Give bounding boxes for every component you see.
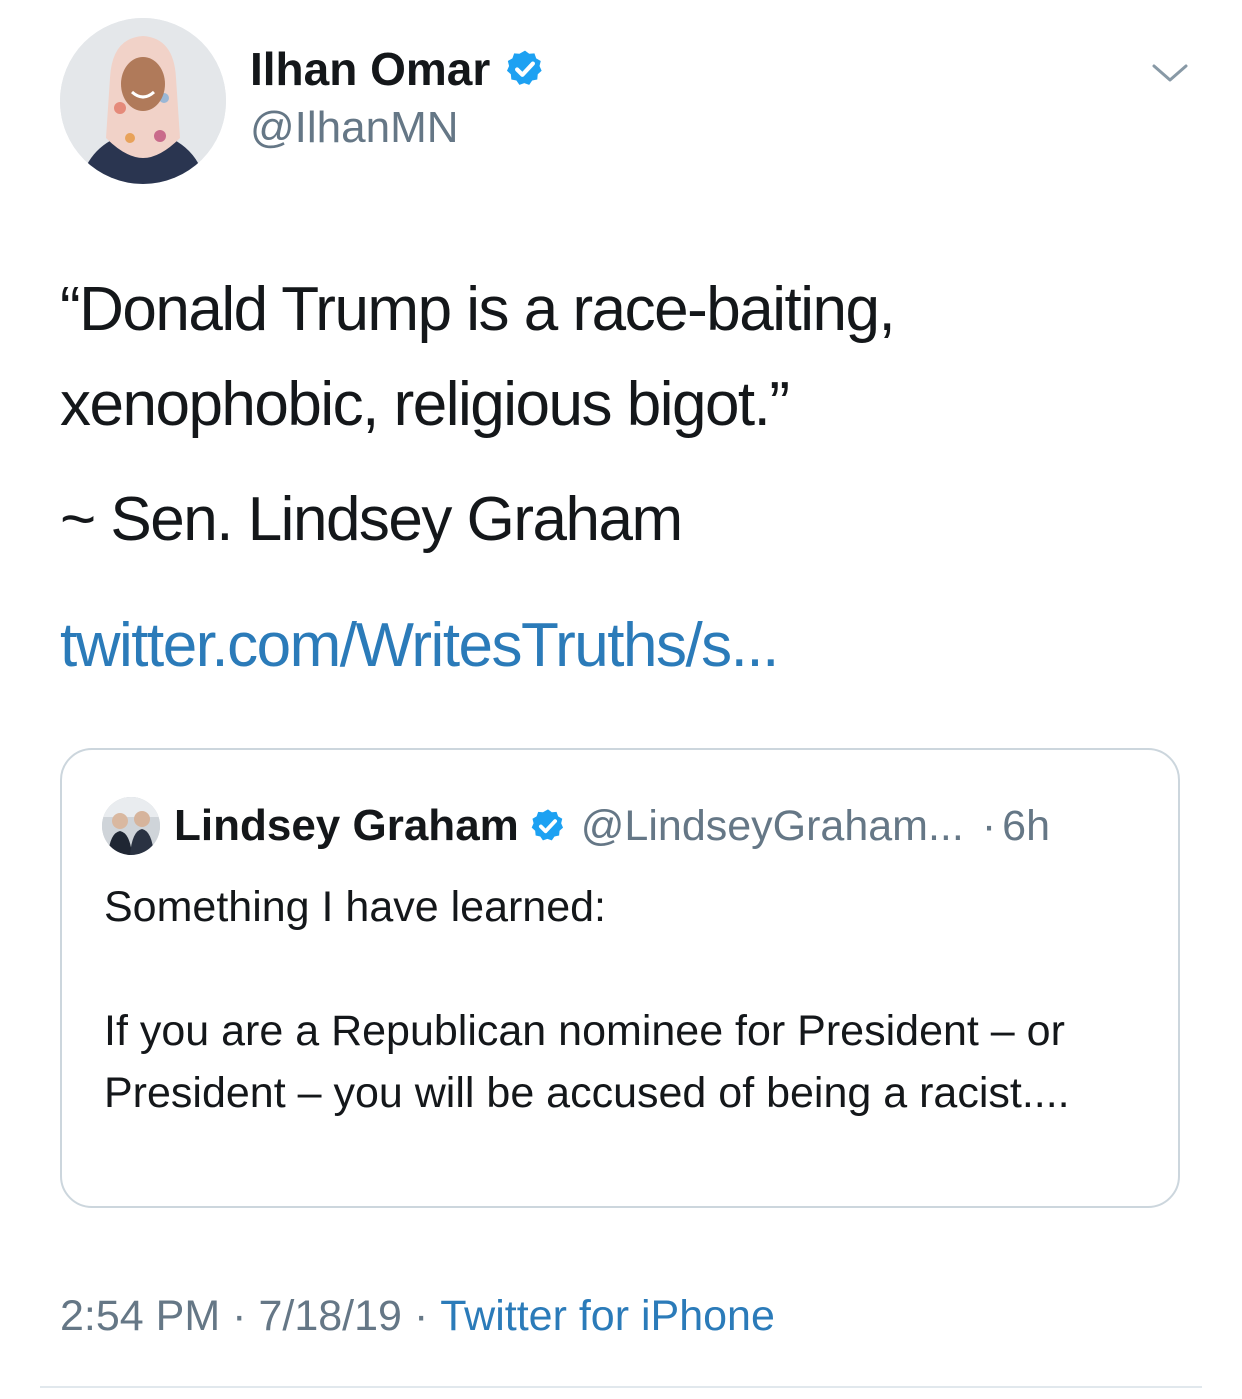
quoted-author-handle: @LindseyGraham...	[580, 801, 964, 850]
quoted-tweet-time: 6h	[1002, 801, 1050, 850]
quoted-tweet-text: Something I have learned: If you are a R…	[104, 876, 1154, 1124]
quoted-tweet-line: Something I have learned:	[104, 883, 606, 931]
separator-dot: ·	[981, 801, 997, 850]
author-name-row[interactable]: Ilhan Omar	[250, 40, 546, 98]
tweet-detail: Ilhan Omar @IlhanMN “Donald Trump is a r…	[0, 0, 1242, 1399]
tweet-attribution: ~ Sen. Lindsey Graham	[60, 485, 683, 554]
separator-dot: ·	[232, 1292, 247, 1340]
author-handle[interactable]: @IlhanMN	[250, 100, 459, 156]
author-avatar[interactable]	[60, 18, 226, 184]
quoted-author-name: Lindsey Graham	[174, 801, 519, 850]
verified-badge-icon	[504, 48, 546, 90]
divider	[40, 1386, 1202, 1388]
quoted-tweet-card[interactable]: Lindsey Graham @LindseyGraham... · 6h So…	[60, 748, 1180, 1208]
author-name[interactable]: Ilhan Omar	[250, 40, 490, 98]
tweet-date: 7/18/19	[258, 1292, 402, 1340]
tweet-source-link[interactable]: Twitter for iPhone	[440, 1292, 775, 1340]
separator-dot: ·	[413, 1292, 429, 1340]
quoted-author-avatar	[102, 797, 160, 855]
tweet-time: 2:54 PM	[60, 1292, 221, 1340]
tweet-text: “Donald Trump is a race-baiting, xenopho…	[60, 275, 896, 439]
chevron-down-icon[interactable]	[1150, 58, 1190, 88]
tweet-meta: 2:54 PM · 7/18/19 · Twitter for iPhone	[60, 1288, 775, 1344]
verified-badge-icon	[529, 807, 567, 845]
quoted-tweet-line: If you are a Republican nominee for Pres…	[104, 1007, 1070, 1117]
tweet-link[interactable]: twitter.com/WritesTruths/s...	[60, 606, 779, 686]
quoted-tweet-header: Lindsey Graham @LindseyGraham... · 6h	[102, 794, 1050, 858]
